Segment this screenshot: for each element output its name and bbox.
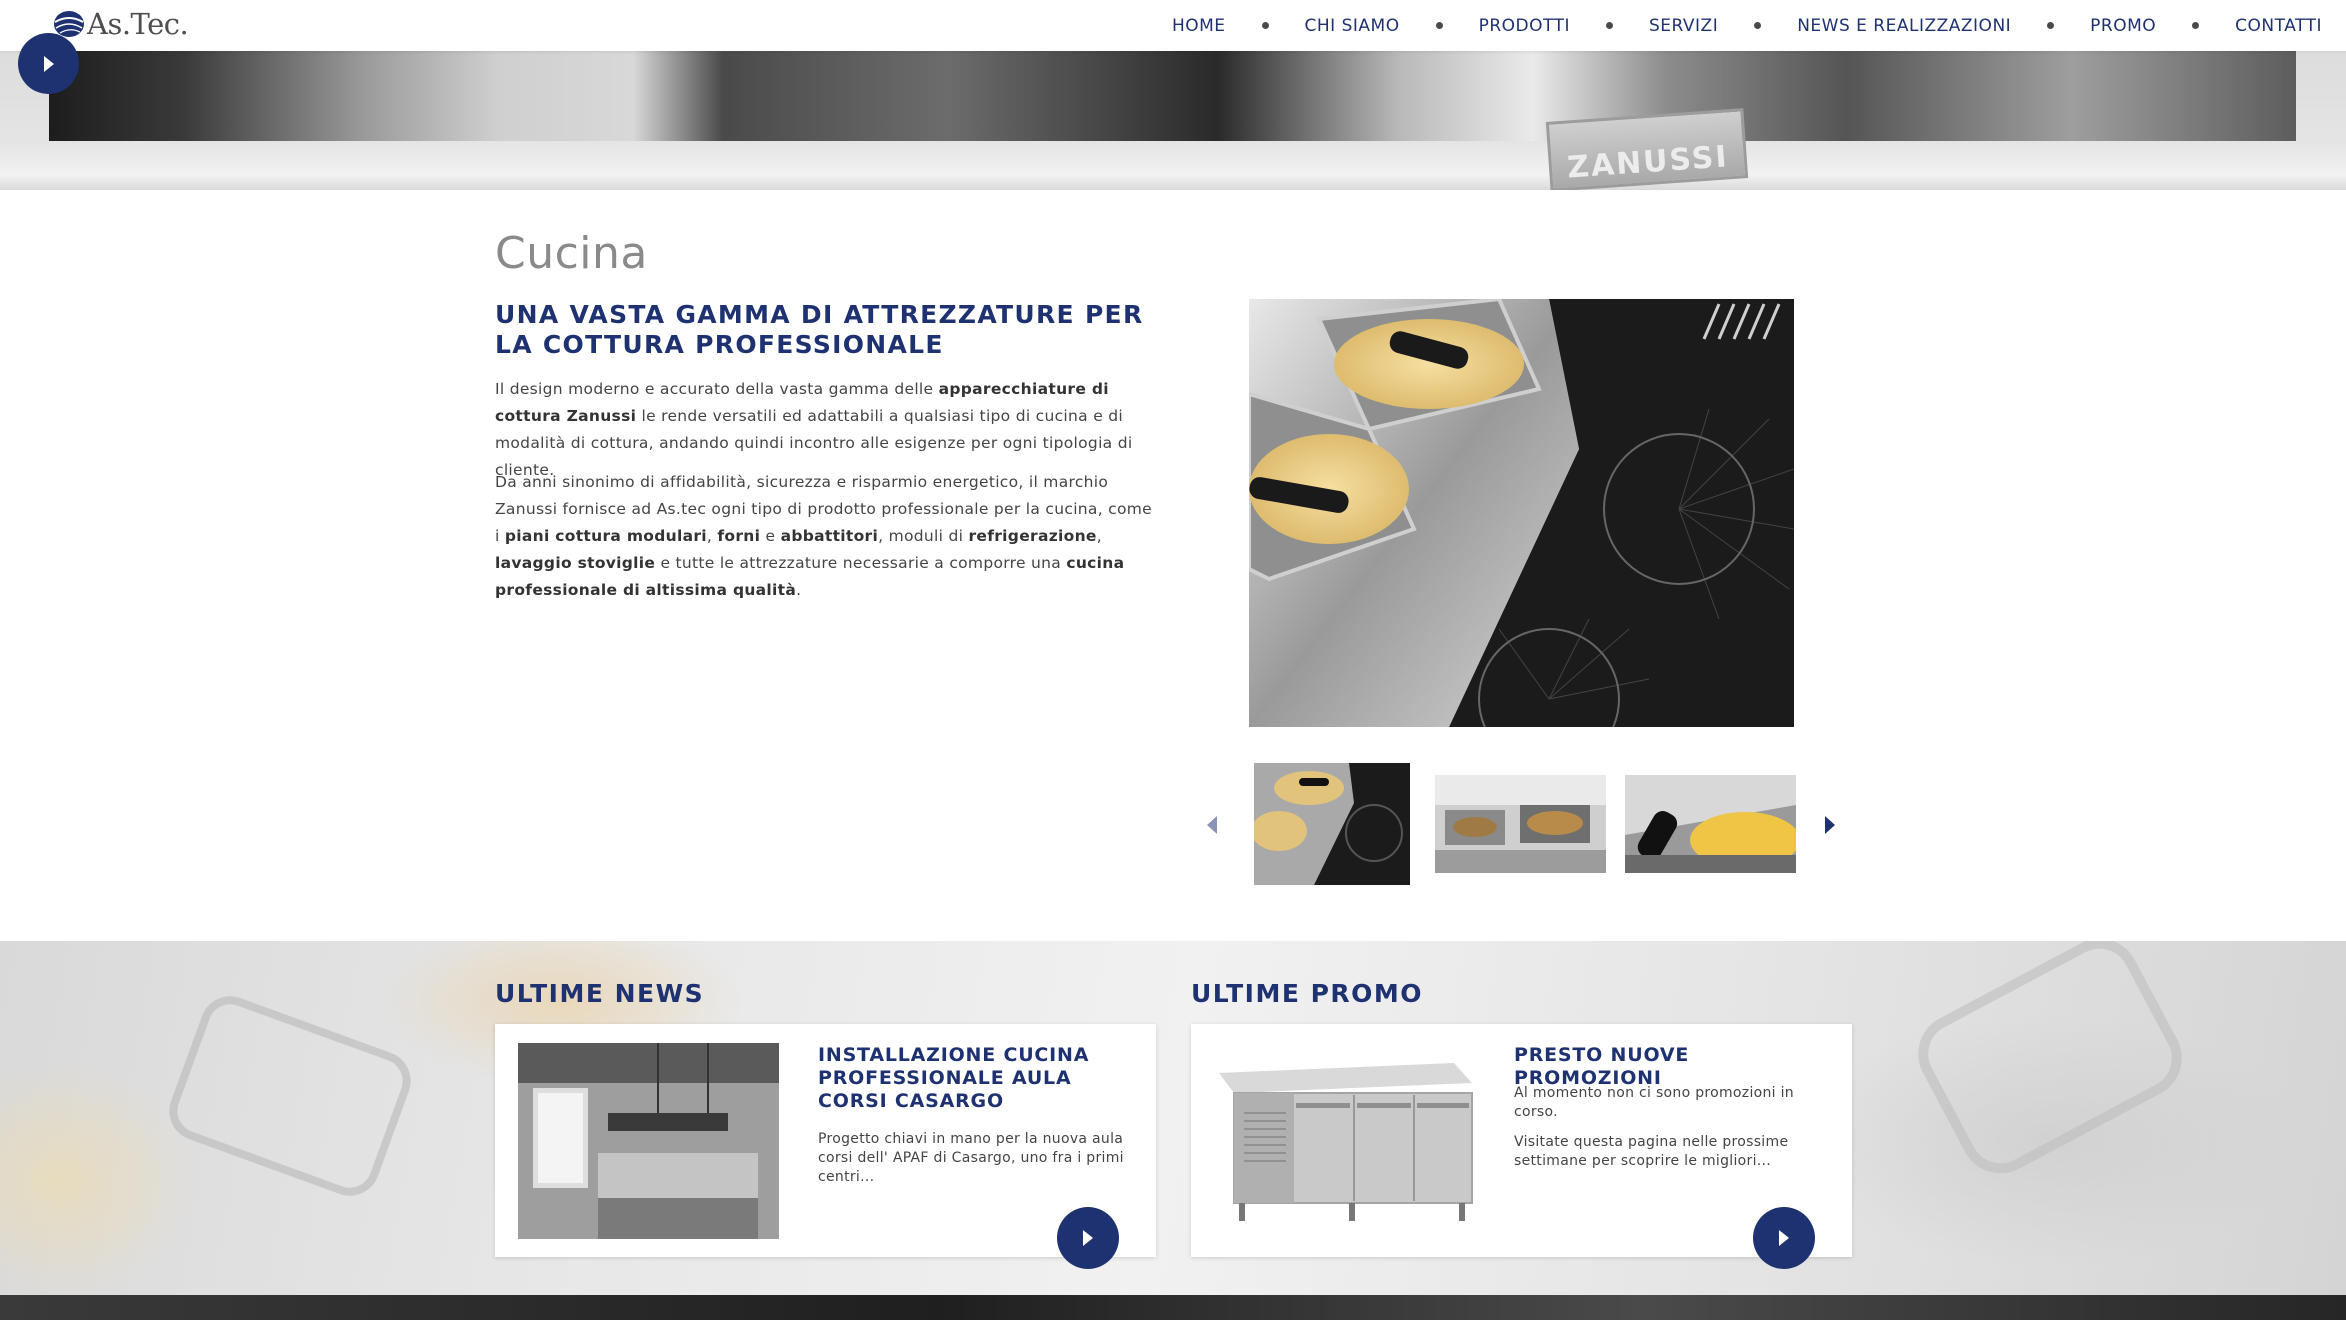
nav-separator-dot bbox=[2192, 22, 2200, 29]
nav-item-home[interactable]: HOME bbox=[1172, 16, 1226, 36]
nav-separator-dot bbox=[2047, 22, 2055, 29]
background-decoration bbox=[160, 987, 420, 1205]
intro-paragraph-1: Il design moderno e accurato della vasta… bbox=[495, 380, 1133, 479]
news-card-title[interactable]: INSTALLAZIONE CUCINA PROFESSIONALE AULA … bbox=[818, 1044, 1138, 1113]
hero-brand-plate: ZANUSSI bbox=[1545, 108, 1749, 190]
promo-section-title: ULTIME PROMO bbox=[1191, 979, 1424, 1008]
promo-card[interactable]: PRESTO NUOVE PROMOZIONI Al momento non c… bbox=[1191, 1024, 1852, 1269]
gallery-thumbnail-1[interactable] bbox=[1254, 763, 1410, 885]
nav-item-news[interactable]: NEWS E REALIZZAZIONI bbox=[1797, 16, 2011, 36]
pasta-cooker-image bbox=[1249, 299, 1794, 727]
page-title: Cucina bbox=[495, 228, 648, 279]
promo-read-more-button[interactable] bbox=[1753, 1207, 1815, 1269]
nav-separator-dot bbox=[1754, 22, 1762, 29]
nav-item-promo[interactable]: PROMO bbox=[2090, 16, 2156, 36]
site-header: As.Tec. HOME CHI SIAMO PRODOTTI SERVIZI … bbox=[0, 0, 2346, 51]
background-decoration bbox=[1904, 941, 2196, 1188]
promo-card-text-2: Visitate questa pagina nelle prossime se… bbox=[1514, 1134, 1789, 1169]
chevron-right-icon bbox=[1083, 1230, 1093, 1246]
hero-image bbox=[49, 51, 2296, 141]
gallery-prev-button[interactable] bbox=[1202, 814, 1222, 836]
news-card-image bbox=[518, 1043, 779, 1239]
nav-item-contatti[interactable]: CONTATTI bbox=[2235, 16, 2322, 36]
news-card-text: Progetto chiavi in mano per la nuova aul… bbox=[818, 1131, 1124, 1185]
emphasis-text: abbattitori bbox=[780, 527, 879, 545]
news-read-more-button[interactable] bbox=[1057, 1207, 1119, 1269]
main-content: Cucina UNA VASTA GAMMA DI ATTREZZATURE P… bbox=[0, 190, 2346, 941]
intro-paragraph-2: Da anni sinonimo di affidabilità, sicure… bbox=[495, 473, 1153, 599]
nav-separator-dot bbox=[1435, 22, 1443, 29]
caret-left-icon bbox=[1207, 816, 1217, 834]
footer-edge bbox=[0, 1295, 2346, 1320]
news-promo-section: ULTIME NEWS ULTIME PROMO INSTALLAZIONE C… bbox=[0, 941, 2346, 1295]
emphasis-text: forni bbox=[717, 527, 761, 545]
news-card[interactable]: INSTALLAZIONE CUCINA PROFESSIONALE AULA … bbox=[495, 1024, 1156, 1269]
emphasis-text: apparecchiature di cottura Zanussi bbox=[495, 380, 1109, 425]
caret-right-icon bbox=[1825, 816, 1835, 834]
nav-item-prodotti[interactable]: PRODOTTI bbox=[1479, 16, 1570, 36]
logo-text: As.Tec. bbox=[87, 7, 189, 41]
nav-item-chi-siamo[interactable]: CHI SIAMO bbox=[1305, 16, 1400, 36]
page-subtitle: UNA VASTA GAMMA DI ATTREZZATURE PER LA C… bbox=[495, 300, 1144, 359]
news-section-title: ULTIME NEWS bbox=[495, 979, 705, 1008]
nav-item-servizi[interactable]: SERVIZI bbox=[1649, 16, 1718, 36]
hero-banner: ZANUSSI bbox=[0, 51, 2346, 190]
main-product-image bbox=[1249, 299, 1794, 727]
emphasis-text: refrigerazione bbox=[968, 527, 1097, 545]
gallery-next-button[interactable] bbox=[1820, 814, 1840, 836]
gallery-thumbnail-3[interactable] bbox=[1625, 775, 1796, 873]
emphasis-text: piani cottura modulari bbox=[504, 527, 707, 545]
main-nav: HOME CHI SIAMO PRODOTTI SERVIZI NEWS E R… bbox=[1172, 0, 2322, 51]
chevron-right-icon bbox=[1779, 1230, 1789, 1246]
promo-card-image bbox=[1214, 1043, 1475, 1239]
logo[interactable]: As.Tec. bbox=[52, 4, 189, 44]
promo-card-text-1: Al momento non ci sono promozioni in cor… bbox=[1514, 1085, 1794, 1120]
chevron-right-icon bbox=[43, 55, 54, 72]
gallery-thumbnail-2[interactable] bbox=[1435, 775, 1606, 873]
nav-separator-dot bbox=[1261, 22, 1269, 29]
hero-ledge bbox=[0, 141, 2346, 190]
emphasis-text: lavaggio stoviglie bbox=[495, 554, 656, 572]
hero-scroll-button[interactable] bbox=[18, 33, 79, 94]
nav-separator-dot bbox=[1605, 22, 1613, 29]
